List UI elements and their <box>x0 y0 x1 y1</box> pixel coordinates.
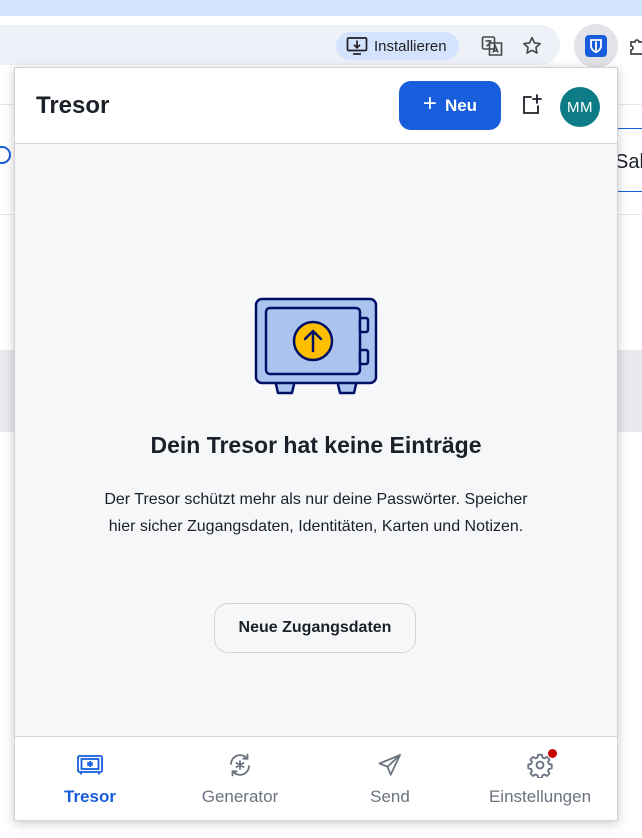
empty-state-description: Der Tresor schützt mehr als nur deine Pa… <box>104 491 528 535</box>
new-login-button[interactable]: Neue Zugangsdaten <box>214 603 416 653</box>
popout-window-icon[interactable] <box>518 92 544 118</box>
nav-item-send[interactable]: Send <box>315 737 465 820</box>
browser-tab-strip <box>0 0 642 16</box>
settings-gear-icon <box>526 749 557 779</box>
nav-item-generator[interactable]: Generator <box>165 737 315 820</box>
vault-safe-illustration <box>254 297 378 395</box>
bitwarden-popup: Tresor + Neu MM Dein Tresor hat keine Ei… <box>14 67 618 821</box>
generator-icon <box>226 751 254 779</box>
install-app-label: Installieren <box>374 37 447 55</box>
nav-label-settings: Einstellungen <box>488 787 592 806</box>
address-bar[interactable] <box>0 25 560 65</box>
account-avatar[interactable]: MM <box>560 87 600 127</box>
nav-label-send: Send <box>370 787 410 806</box>
bitwarden-extension-button[interactable] <box>574 24 618 68</box>
new-item-button[interactable]: + Neu <box>399 81 501 130</box>
empty-state: Dein Tresor hat keine Einträge Der Treso… <box>15 144 617 736</box>
bottom-navigation: Tresor Generator Send Einstellungen <box>15 736 617 820</box>
empty-state-title: Dein Tresor hat keine Einträge <box>150 432 482 458</box>
install-app-icon <box>346 37 368 55</box>
bitwarden-extension-icon <box>585 35 607 57</box>
new-item-label: Neu <box>444 95 478 115</box>
send-icon <box>376 751 404 779</box>
vault-icon <box>76 751 104 779</box>
nav-item-vault[interactable]: Tresor <box>15 737 165 820</box>
bookmark-star-icon[interactable] <box>519 33 545 59</box>
install-app-chip[interactable]: Installieren <box>336 32 459 60</box>
translate-icon[interactable] <box>479 33 505 59</box>
plus-icon: + <box>422 90 437 117</box>
page-tab-label: Sale <box>615 151 642 173</box>
page-title: Tresor <box>36 92 110 119</box>
notification-badge <box>548 749 557 758</box>
nav-label-generator: Generator <box>201 787 279 806</box>
popup-header: Tresor + Neu MM <box>15 68 617 144</box>
nav-item-settings[interactable]: Einstellungen <box>465 737 615 820</box>
nav-label-vault: Tresor <box>64 787 116 806</box>
extensions-puzzle-icon[interactable] <box>626 33 642 59</box>
